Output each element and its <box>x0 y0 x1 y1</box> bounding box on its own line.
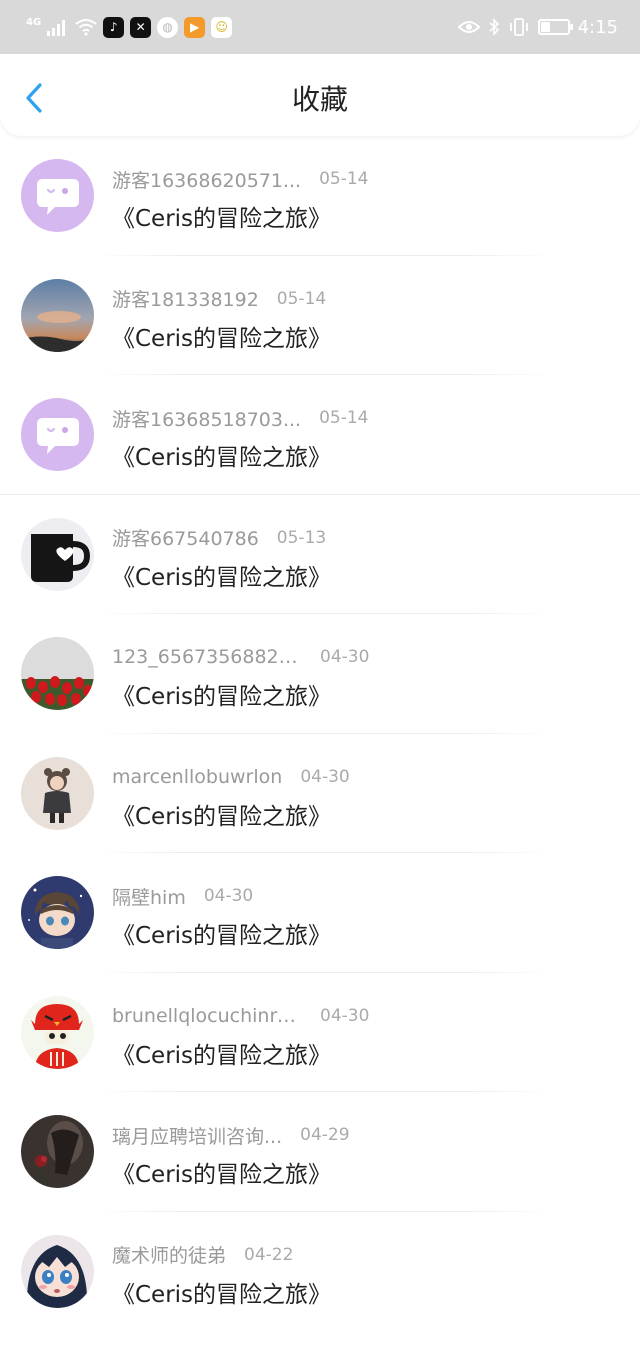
favorite-date: 04-30 <box>203 886 254 906</box>
novel-title[interactable]: 《Ceris的冒险之旅》 <box>112 916 331 950</box>
favorite-date: 05-14 <box>319 169 369 189</box>
username[interactable]: 游客667540786 <box>112 524 259 551</box>
tiktok-app-icon: ♪ <box>103 16 125 38</box>
favorite-item[interactable]: 魔术师的徒弟 04-22 《Ceris的冒险之旅》 <box>0 1212 640 1332</box>
favorite-item[interactable]: 游客16368620571... 05-14 《Ceris的冒险之旅》 <box>0 136 640 256</box>
novel-title[interactable]: 《Ceris的冒险之旅》 <box>112 1155 331 1189</box>
username[interactable]: 璃月应聘培训咨询... <box>112 1122 282 1149</box>
chat-app-icon: ☺ <box>211 16 233 38</box>
favorite-date: 04-30 <box>300 766 350 787</box>
browser-app-icon: ◍ <box>157 16 179 38</box>
username[interactable]: 游客16368518703... <box>112 405 301 432</box>
username[interactable]: brunellqlocuchinre... <box>112 1005 302 1027</box>
battery-icon <box>537 19 573 35</box>
favorite-item[interactable]: marcenllobuwrlon 04-30 《Ceris的冒险之旅》 <box>0 734 640 854</box>
anime-girl-avatar[interactable] <box>21 1234 94 1308</box>
status-left: 4G ♪ ✕ ◍ ▶ ☺ <box>26 13 233 41</box>
page-title: 收藏 <box>291 83 348 116</box>
favorite-meta: 123_65673568829... 04-30 <box>112 644 369 670</box>
status-bar: 4G ♪ ✕ ◍ ▶ ☺ 4:15 <box>0 0 640 54</box>
battery-level <box>540 22 550 32</box>
clock: 4:15 <box>577 16 618 38</box>
favorite-item[interactable]: brunellqlocuchinre... 04-30 《Ceris的冒险之旅》 <box>0 973 640 1093</box>
favorite-date: 04-30 <box>320 647 370 667</box>
favorite-item[interactable]: 游客667540786 05-13 《Ceris的冒险之旅》 <box>0 495 640 615</box>
favorites-list: 游客16368620571... 05-14 《Ceris的冒险之旅》 游客1813… <box>0 136 640 1331</box>
novel-title[interactable]: 《Ceris的冒险之旅》 <box>112 677 331 711</box>
novel-title[interactable]: 《Ceris的冒险之旅》 <box>112 797 331 831</box>
novel-title[interactable]: 《Ceris的冒险之旅》 <box>112 1275 331 1309</box>
favorite-meta: 游客181338192 05-14 <box>112 286 326 312</box>
novel-title[interactable]: 《Ceris的冒险之旅》 <box>112 319 331 353</box>
favorite-meta: brunellqlocuchinre... 04-30 <box>112 1003 369 1029</box>
novel-title[interactable]: 《Ceris的冒险之旅》 <box>112 199 331 233</box>
vibrate-icon <box>509 18 528 36</box>
favorite-item[interactable]: 璃月应聘培训咨询... 04-29 《Ceris的冒险之旅》 <box>0 1092 640 1212</box>
username[interactable]: 游客181338192 <box>112 285 259 312</box>
video-app-icon: ▶ <box>184 16 206 38</box>
wifi-icon <box>75 19 97 36</box>
favorite-item[interactable]: 游客181338192 05-14 《Ceris的冒险之旅》 <box>0 256 640 376</box>
capcut-app-icon: ✕ <box>130 16 152 38</box>
signal-icon <box>47 20 66 36</box>
network-type: 4G <box>26 17 42 28</box>
novel-title[interactable]: 《Ceris的冒险之旅》 <box>112 438 331 472</box>
novel-title[interactable]: 《Ceris的冒险之旅》 <box>112 558 331 592</box>
eye-comfort-icon <box>457 21 480 33</box>
favorite-date: 05-13 <box>276 527 327 548</box>
child-photo-avatar[interactable] <box>21 756 94 830</box>
favorite-meta: 魔术师的徒弟 04-22 <box>112 1242 293 1268</box>
bluetooth-icon <box>489 18 499 36</box>
favorite-meta: 游客16368620571... 05-14 <box>112 166 369 192</box>
tulips-photo-avatar[interactable] <box>21 637 94 710</box>
favorite-meta: 璃月应聘培训咨询... 04-29 <box>112 1122 350 1148</box>
username[interactable]: 游客16368620571... <box>112 166 301 193</box>
favorite-item[interactable]: 123_65673568829... 04-30 《Ceris的冒险之旅》 <box>0 614 640 734</box>
username[interactable]: 隔壁him <box>112 883 186 910</box>
novel-title[interactable]: 《Ceris的冒险之旅》 <box>112 1036 331 1070</box>
favorite-meta: 隔壁him 04-30 <box>112 883 253 909</box>
dark-rose-avatar[interactable] <box>21 1115 94 1188</box>
chat-bubble-avatar[interactable] <box>21 159 94 232</box>
anime-boy-avatar[interactable] <box>21 876 94 949</box>
favorite-item[interactable]: 游客16368518703... 05-14 《Ceris的冒险之旅》 <box>0 375 640 495</box>
favorite-date: 04-30 <box>320 1005 370 1026</box>
sky-photo-avatar[interactable] <box>21 278 94 352</box>
favorite-date: 05-14 <box>319 408 369 428</box>
red-bird-skeleton-avatar[interactable] <box>21 995 94 1069</box>
favorite-item[interactable]: 隔壁him 04-30 《Ceris的冒险之旅》 <box>0 853 640 973</box>
username[interactable]: marcenllobuwrlon <box>112 766 282 788</box>
nav-bar: 收藏 <box>0 54 640 136</box>
username[interactable]: 123_65673568829... <box>112 646 302 668</box>
favorite-meta: 游客667540786 05-13 <box>112 525 326 551</box>
favorite-meta: marcenllobuwrlon 04-30 <box>112 764 350 790</box>
favorite-date: 04-29 <box>300 1125 350 1145</box>
favorite-meta: 游客16368518703... 05-14 <box>112 405 369 431</box>
username[interactable]: 魔术师的徒弟 <box>112 1241 226 1268</box>
favorite-date: 04-22 <box>244 1244 294 1265</box>
favorite-date: 05-14 <box>276 288 327 309</box>
mug-photo-avatar[interactable] <box>21 517 94 591</box>
status-right: 4:15 <box>457 13 618 41</box>
chat-bubble-avatar[interactable] <box>21 398 94 471</box>
